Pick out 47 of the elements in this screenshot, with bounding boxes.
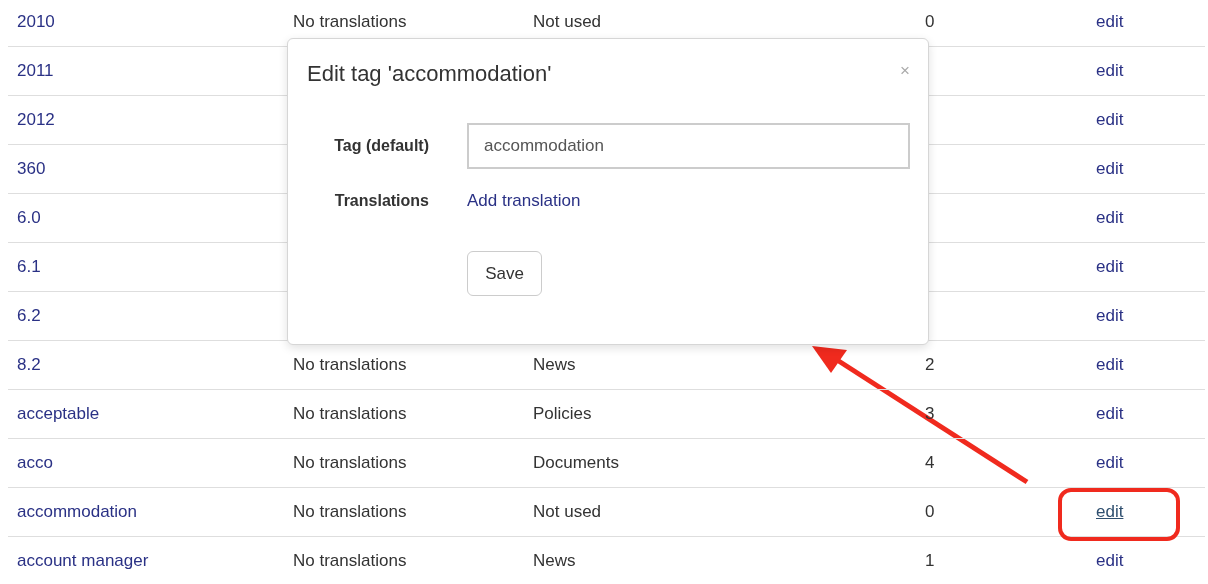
table-cell: Not used [533, 502, 602, 522]
tag-input-field[interactable]: accommodation [467, 123, 910, 169]
dialog-title: Edit tag 'accommodation' [307, 61, 552, 87]
table-cell: No translations [293, 12, 407, 32]
table-cell: Documents [533, 453, 619, 473]
field-label: Tag (default) [334, 137, 429, 155]
edit-link[interactable]: edit [1096, 12, 1124, 32]
save-button[interactable]: Save [467, 251, 542, 296]
table-cell: No translations [293, 453, 407, 473]
table-cell: Policies [533, 404, 592, 424]
tag-link[interactable]: 2012 [17, 110, 55, 130]
tag-link[interactable]: account manager [17, 551, 149, 571]
tag-link[interactable]: 6.1 [17, 257, 41, 277]
tag-link[interactable]: 6.2 [17, 306, 41, 326]
table-cell: 4 [925, 453, 935, 473]
edit-link[interactable]: edit [1096, 502, 1124, 522]
tag-link[interactable]: 2010 [17, 12, 55, 32]
table-cell: News [533, 355, 576, 375]
edit-link[interactable]: edit [1096, 61, 1124, 81]
add-translation-link[interactable]: Add translation [467, 191, 581, 211]
field-label: Translations [334, 192, 429, 210]
tag-link[interactable]: 6.0 [17, 208, 41, 228]
tag-link[interactable]: acceptable [17, 404, 100, 424]
table-cell: No translations [293, 355, 407, 375]
edit-link[interactable]: edit [1096, 404, 1124, 424]
tag-link[interactable]: accommodation [17, 502, 137, 522]
tag-link[interactable]: acco [17, 453, 53, 473]
table-cell: No translations [293, 502, 407, 522]
table-cell: 0 [925, 502, 935, 522]
edit-link[interactable]: edit [1096, 208, 1124, 228]
edit-link[interactable]: edit [1096, 453, 1124, 473]
table-cell: No translations [293, 404, 407, 424]
table-cell: News [533, 551, 576, 571]
edit-link[interactable]: edit [1096, 257, 1124, 277]
tag-link[interactable]: 360 [17, 159, 46, 179]
table-cell: 2 [925, 355, 935, 375]
edit-link[interactable]: edit [1096, 110, 1124, 130]
table-cell: 0 [925, 12, 935, 32]
edit-link[interactable]: edit [1096, 159, 1124, 179]
table-cell: 1 [925, 551, 935, 571]
table-cell: No translations [293, 551, 407, 571]
tag-link[interactable]: 2011 [17, 61, 54, 81]
tag-link[interactable]: 8.2 [17, 355, 41, 375]
table-cell: Not used [533, 12, 602, 32]
edit-link[interactable]: edit [1096, 306, 1124, 326]
edit-link[interactable]: edit [1096, 551, 1124, 571]
edit-link[interactable]: edit [1096, 355, 1124, 375]
